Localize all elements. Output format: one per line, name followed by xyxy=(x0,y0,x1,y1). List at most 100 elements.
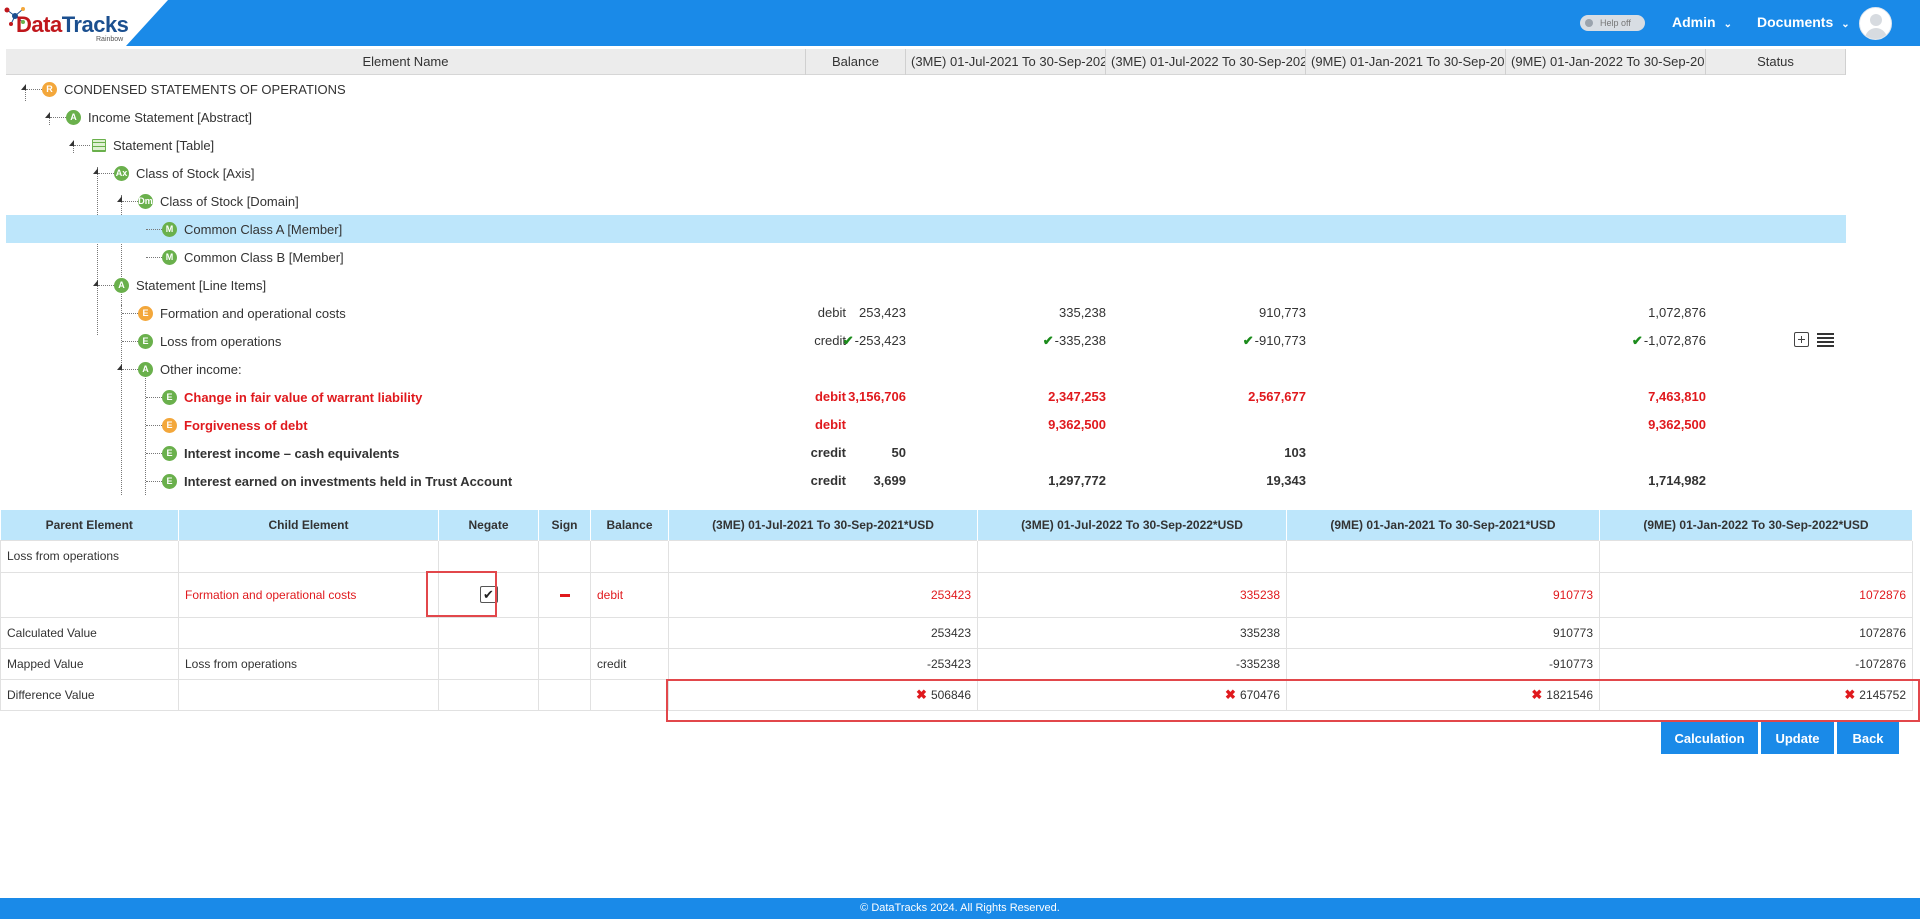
col-element-name[interactable]: Element Name xyxy=(6,49,806,75)
col-period-1[interactable]: (3ME) 01-Jul-2021 To 30-Sep-2021 xyxy=(906,49,1106,75)
user-avatar[interactable] xyxy=(1859,7,1892,40)
list-icon[interactable] xyxy=(1817,333,1834,347)
row-label: Calculated Value xyxy=(0,616,179,649)
tree-row[interactable]: E Interest earned on investments held in … xyxy=(6,467,1846,495)
tree-row[interactable]: A Statement [Line Items] xyxy=(6,271,1846,299)
col-balance[interactable]: Balance xyxy=(806,49,906,75)
update-button[interactable]: Update xyxy=(1761,722,1834,754)
col-period-4[interactable]: (9ME) 01-Jan-2022 To 30-Sep-2022 xyxy=(1506,49,1706,75)
add-calculation-icon[interactable] xyxy=(1794,332,1809,347)
child-element-cell: Loss from operations xyxy=(178,647,439,680)
tree-row[interactable]: A Other income: xyxy=(6,355,1846,383)
value-cell: 1,072,876 xyxy=(1648,305,1706,320)
tree-row[interactable]: E Change in fair value of warrant liabili… xyxy=(6,383,1846,411)
value-cell: -1072876 xyxy=(1599,647,1913,680)
balance-cell: credit xyxy=(810,473,846,488)
tree-row-label: CONDENSED STATEMENTS OF OPERATIONS xyxy=(64,81,346,97)
tree-row-label: Formation and operational costs xyxy=(160,305,346,321)
row-label: Mapped Value xyxy=(0,647,179,680)
back-button[interactable]: Back xyxy=(1837,722,1899,754)
domain-icon: Dm xyxy=(138,193,153,209)
value-cell: -910773 xyxy=(1286,647,1600,680)
tree-row[interactable]: Statement [Table] xyxy=(6,131,1846,159)
col-period-3: (9ME) 01-Jan-2021 To 30-Sep-2021*USD xyxy=(1286,510,1600,540)
calculation-button[interactable]: Calculation xyxy=(1661,722,1758,754)
value-cell: 2,567,677 xyxy=(1248,389,1306,404)
value-cell: ✔-910,773 xyxy=(1243,333,1306,349)
tree-row-label: Class of Stock [Domain] xyxy=(160,193,299,209)
check-icon: ✔ xyxy=(1242,333,1254,348)
documents-menu-label: Documents xyxy=(1757,14,1834,30)
tree-row[interactable]: E Loss from operations credit ✔-253,423 ✔… xyxy=(6,327,1846,355)
logo[interactable]: DataTracks Rainbow xyxy=(0,0,168,46)
balance-cell: credit xyxy=(810,445,846,460)
parent-row: Loss from operations xyxy=(0,539,1913,573)
col-period-2[interactable]: (3ME) 01-Jul-2022 To 30-Sep-2022 xyxy=(1106,49,1306,75)
tree-row[interactable]: E Interest income – cash equivalents cred… xyxy=(6,439,1846,467)
col-child-element: Child Element xyxy=(178,510,439,540)
element-icon: E xyxy=(138,305,153,321)
value-cell: 19,343 xyxy=(1266,473,1306,488)
help-toggle[interactable]: Help off xyxy=(1580,15,1645,31)
abstract-icon: A xyxy=(66,109,81,125)
value-cell: 7,463,810 xyxy=(1648,389,1706,404)
admin-menu-label: Admin xyxy=(1672,14,1716,30)
col-negate: Negate xyxy=(438,510,539,540)
tree-connector xyxy=(122,369,138,370)
tree-connector xyxy=(146,229,162,230)
tree-row[interactable]: E Formation and operational costs debit 2… xyxy=(6,299,1846,327)
element-icon: E xyxy=(138,333,153,349)
element-icon: E xyxy=(162,445,177,461)
check-icon: ✔ xyxy=(842,333,854,348)
col-period-3[interactable]: (9ME) 01-Jan-2021 To 30-Sep-2021 xyxy=(1306,49,1506,75)
col-status[interactable]: Status xyxy=(1706,49,1846,75)
tree-row[interactable]: Ax Class of Stock [Axis] xyxy=(6,159,1846,187)
abstract-icon: A xyxy=(138,361,153,377)
tree-connector xyxy=(146,481,162,482)
balance-cell: debit xyxy=(814,389,846,404)
tree-row-label: Interest earned on investments held in T… xyxy=(184,473,513,489)
value-cell: 335238 xyxy=(977,571,1287,618)
tree-connector xyxy=(122,201,138,202)
tree-row-selected[interactable]: M Common Class A [Member] xyxy=(6,215,1846,243)
tree-connector xyxy=(146,453,162,454)
tree-row-label: Common Class A [Member] xyxy=(184,221,343,237)
col-parent-element: Parent Element xyxy=(0,510,179,540)
tree-row[interactable]: Dm Class of Stock [Domain] xyxy=(6,187,1846,215)
tree-row[interactable]: R CONDENSED STATEMENTS OF OPERATIONS xyxy=(6,75,1846,103)
tree-row-label: Statement [Line Items] xyxy=(136,277,267,293)
admin-menu[interactable]: Admin ⌄ xyxy=(1672,14,1732,30)
tree-row[interactable]: E Forgiveness of debt debit 9,362,500 9,3… xyxy=(6,411,1846,439)
tree-row[interactable]: A Income Statement [Abstract] xyxy=(6,103,1846,131)
tree-connector xyxy=(122,341,138,342)
negate-highlight xyxy=(426,571,497,617)
tree-row-label: Loss from operations xyxy=(160,333,282,349)
tree-row-label: Other income: xyxy=(160,361,242,377)
value-cell: 50 xyxy=(891,445,906,460)
element-icon: E xyxy=(162,473,177,489)
value-cell: 910773 xyxy=(1286,571,1600,618)
top-header: DataTracks Rainbow Help off Admin ⌄ Docum… xyxy=(0,0,1920,46)
difference-highlight xyxy=(666,679,1920,722)
col-sign: Sign xyxy=(538,510,591,540)
tree-connector xyxy=(74,145,90,146)
value-cell: 9,362,500 xyxy=(1048,417,1106,432)
value-text: -1,072,876 xyxy=(1643,333,1706,348)
check-icon: ✔ xyxy=(1631,333,1643,348)
documents-menu[interactable]: Documents ⌄ xyxy=(1757,14,1850,30)
chevron-down-icon: ⌄ xyxy=(1841,19,1850,30)
calculated-value-row: Calculated Value 253423 335238 910773 10… xyxy=(0,616,1913,649)
tree-row-label: Forgiveness of debt xyxy=(184,417,308,433)
value-cell: 910,773 xyxy=(1259,305,1306,320)
element-icon: E xyxy=(162,417,177,433)
tree-connector xyxy=(26,89,42,90)
value-cell: 103 xyxy=(1284,445,1306,460)
tree-row[interactable]: M Common Class B [Member] xyxy=(6,243,1846,271)
tree-connector xyxy=(146,257,162,258)
value-cell: -253423 xyxy=(668,647,978,680)
minus-sign-icon[interactable] xyxy=(559,593,570,597)
child-row: Formation and operational costs ✔ debit … xyxy=(0,571,1913,618)
balance-cell: credit xyxy=(814,333,846,348)
tree-header-row: Element Name Balance (3ME) 01-Jul-2021 T… xyxy=(6,49,1846,75)
value-cell: 253,423 xyxy=(859,305,906,320)
